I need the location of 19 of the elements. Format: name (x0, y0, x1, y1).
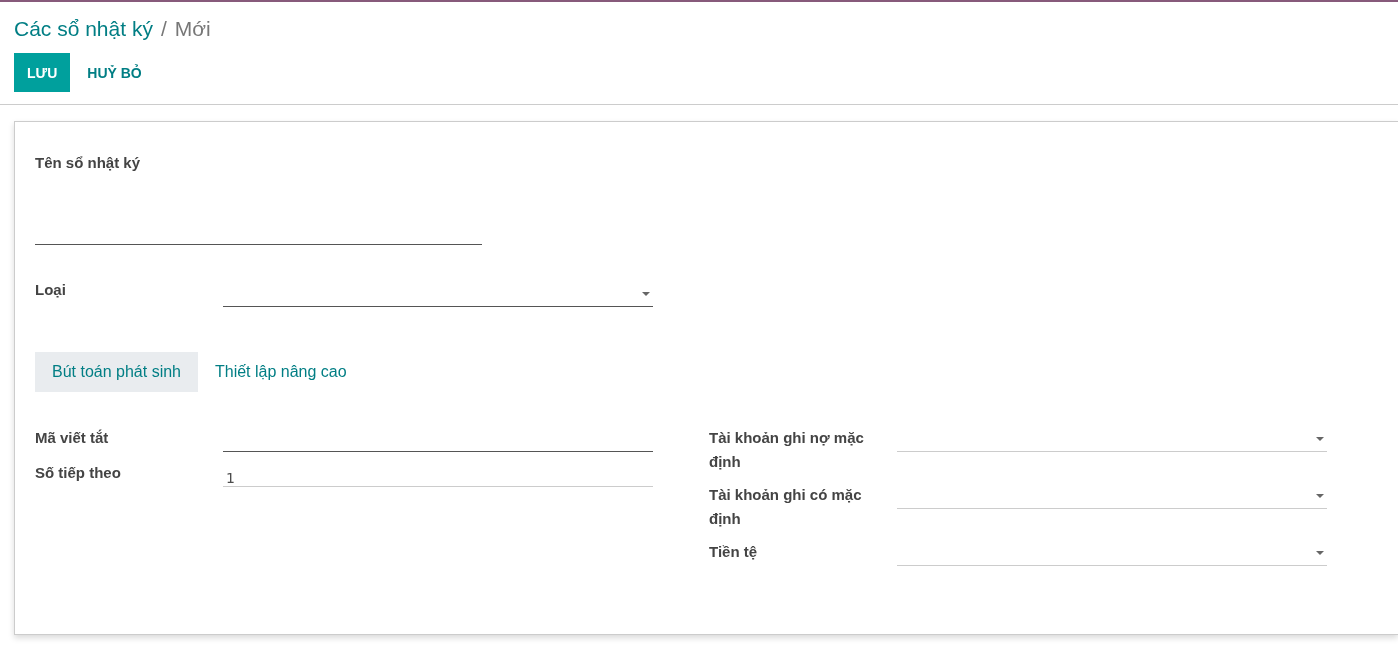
breadcrumb-separator: / (160, 17, 167, 41)
tab[interactable]: Bút toán phát sinh (35, 352, 198, 392)
field-label: Tiền tệ (709, 542, 759, 562)
field-label: Số tiếp theo (35, 463, 122, 483)
field-label: Tên sổ nhật ký (35, 154, 142, 171)
field-label: Mã viết tắt (35, 428, 110, 448)
breadcrumb-link[interactable]: Các sổ nhật ký (14, 17, 153, 41)
caret-icon (1316, 551, 1324, 555)
breadcrumb-current: Mới (174, 17, 211, 41)
caret-icon (1316, 437, 1324, 441)
field-label: Loại (35, 281, 67, 300)
caret-icon (1316, 494, 1324, 498)
tab[interactable]: Thiết lập nâng cao (198, 352, 364, 392)
input-field[interactable]: 1 (223, 461, 653, 487)
caret-icon (642, 292, 650, 296)
field-label: Tài khoản ghi nợ mặc định (709, 428, 865, 472)
save-button[interactable]: LƯU (14, 53, 71, 92)
field-label: Tài khoản ghi có mặc định (709, 485, 863, 529)
discard-button[interactable]: HUỶ BỎ (74, 53, 155, 92)
